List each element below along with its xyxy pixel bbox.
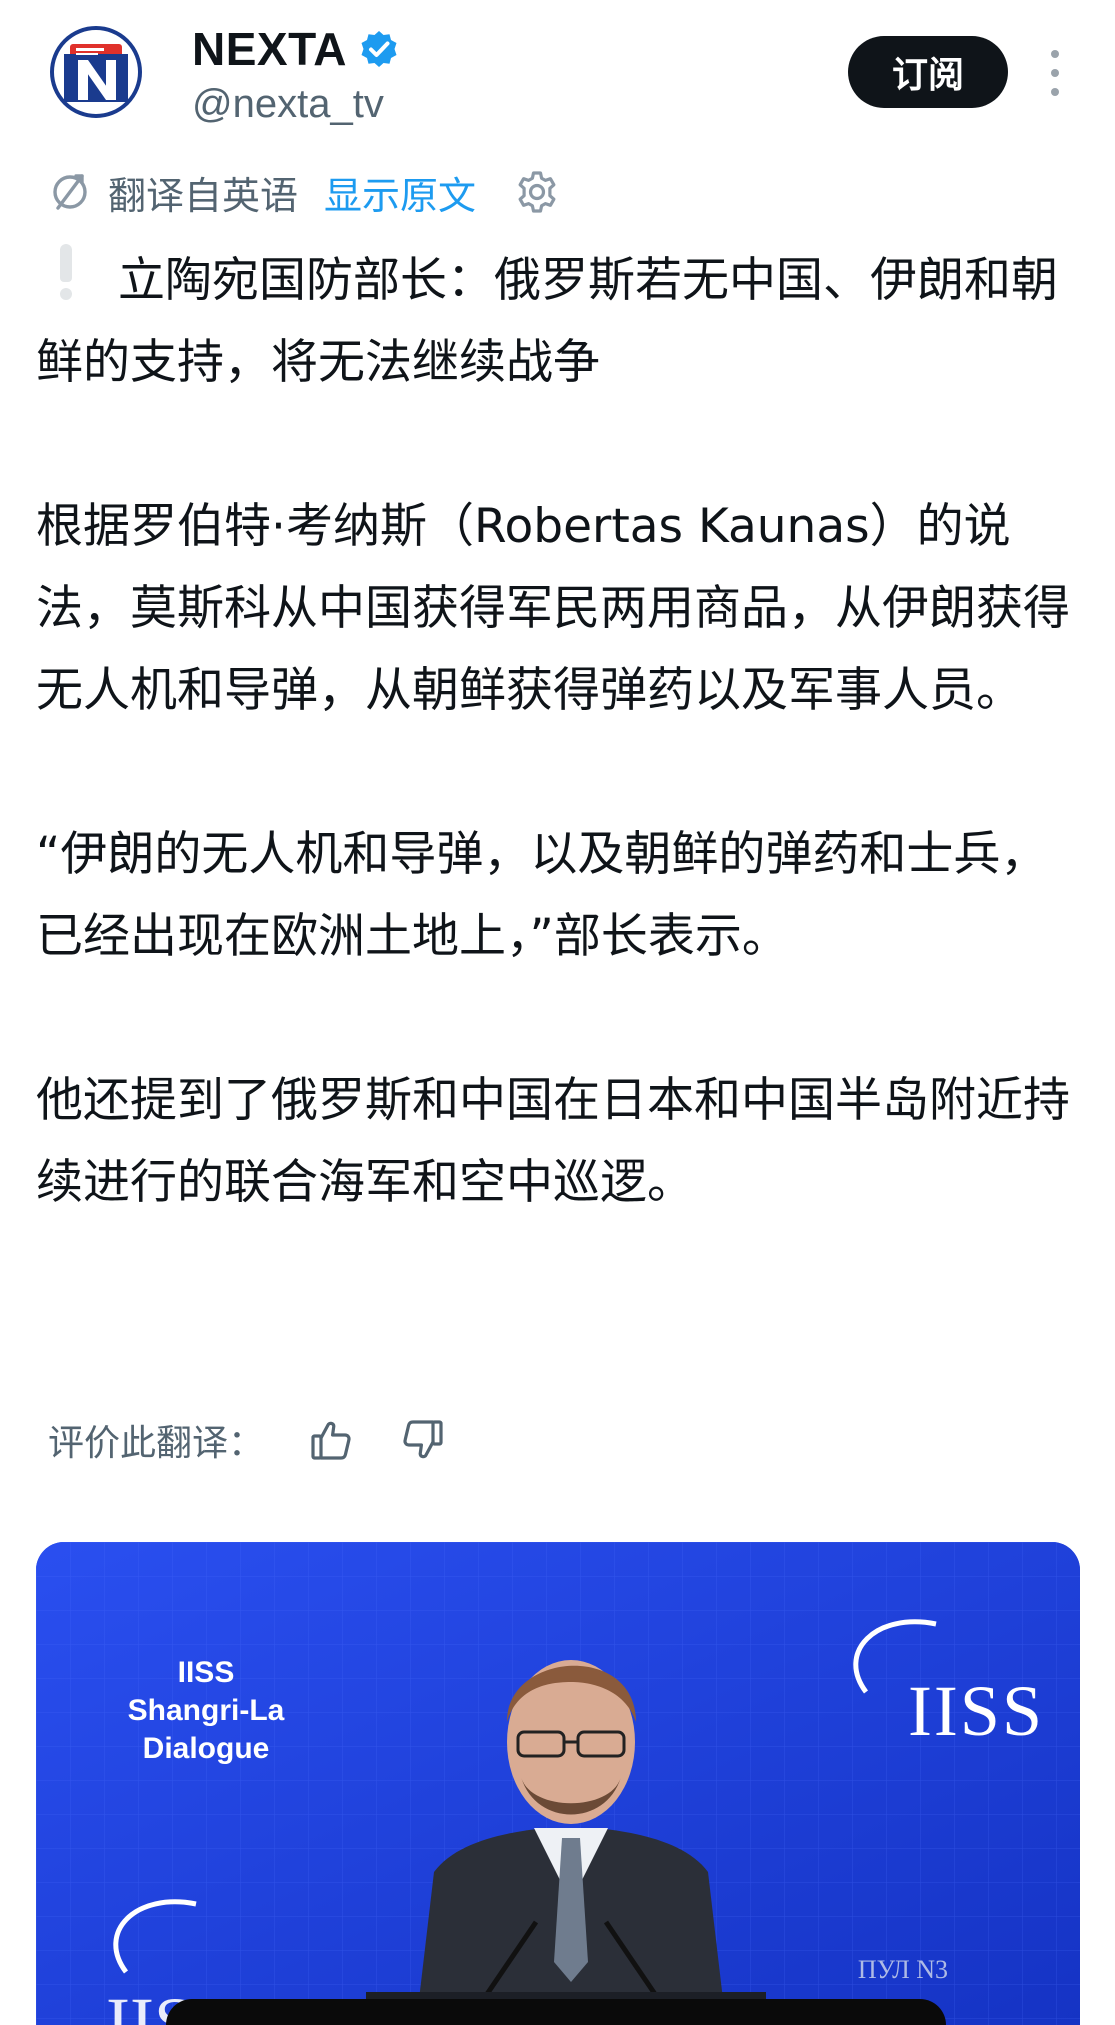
verified-badge-icon	[359, 29, 399, 69]
headline-text: 立陶宛国防部长：俄罗斯若无中国、伊朗和朝鲜的支持，将无法继续战争	[36, 253, 1058, 390]
rate-translation-label: 评价此翻译：	[48, 1423, 265, 1464]
nexta-logo-icon	[50, 26, 142, 118]
translated-from-label: 翻译自英语	[108, 173, 299, 218]
translation-row: 翻译自英语 显示原文	[48, 164, 560, 220]
subscribe-button[interactable]: 订阅	[848, 36, 1008, 108]
more-vertical-icon[interactable]	[1040, 50, 1070, 96]
tweet-paragraph: “伊朗的无人机和导弹，以及朝鲜的弹药和士兵，已经出现在欧洲土地上，”部长表示。	[36, 827, 1048, 964]
tweet-paragraph: 根据罗伯特·考纳斯（Robertas Kaunas）的说法，莫斯科从中国获得军民…	[36, 499, 1070, 718]
event-title-text: IISS Shangri-La Dialogue	[127, 1656, 285, 1765]
tweet-media-video[interactable]: IISS Shangri-La Dialogue IISS IISS ПУЛ N…	[36, 1542, 1080, 2025]
tweet-paragraph: 他还提到了俄罗斯和中国在日本和中国半岛附近持续进行的联合海军和空中巡逻。	[36, 1073, 1070, 1210]
gear-icon[interactable]	[514, 169, 560, 215]
avatar[interactable]	[50, 26, 142, 118]
tweet-text: 立陶宛国防部长：俄罗斯若无中国、伊朗和朝鲜的支持，将无法继续战争 根据罗伯特·考…	[36, 240, 1081, 1224]
translate-icon	[48, 170, 92, 214]
thumbs-down-icon[interactable]	[400, 1417, 446, 1463]
iiss-logo-text: IISS	[907, 1671, 1044, 1751]
tweet-header: NEXTA @nexta_tv 订阅	[0, 0, 1115, 150]
rate-translation-row: 评价此翻译：	[48, 1410, 446, 1470]
video-watermark: ПУЛ N3	[857, 1955, 948, 1984]
media-overlay-bar	[166, 1999, 946, 2025]
exclamation-icon	[58, 244, 74, 302]
show-original-link[interactable]: 显示原文	[324, 165, 476, 220]
thumbs-up-icon[interactable]	[308, 1417, 354, 1463]
tweet-headline: 立陶宛国防部长：俄罗斯若无中国、伊朗和朝鲜的支持，将无法继续战争	[36, 240, 1081, 404]
media-frame-graphic	[36, 1542, 1080, 2025]
display-name[interactable]: NEXTA	[192, 22, 347, 76]
name-row: NEXTA	[192, 22, 399, 76]
user-handle[interactable]: @nexta_tv	[192, 82, 384, 127]
